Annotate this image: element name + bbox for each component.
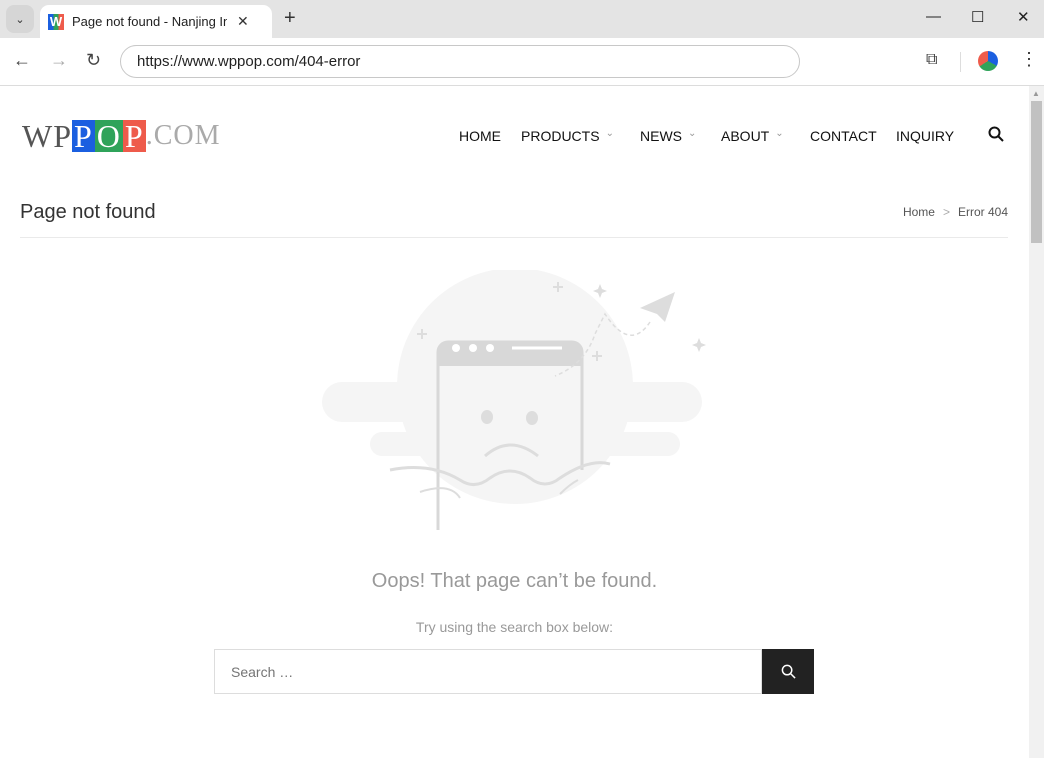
chevron-down-icon: ⌄ [15, 13, 25, 26]
webpage: W P P O P .COM HOME PRODUCTS ⌄ NEWS ⌄ ABOUT ⌄ CO… [0, 86, 1029, 758]
logo-p: P [53, 117, 72, 154]
maximize-icon[interactable]: ☐ [971, 8, 984, 26]
browser-toolbar: ← → ↻ https://www.wppop.com/404-error ⧉ … [0, 38, 1044, 86]
search-hint: Try using the search box below: [415, 619, 614, 635]
favicon: W [48, 13, 64, 30]
tab-search-button[interactable]: ⌄ [6, 5, 34, 33]
reload-icon[interactable]: ↻ [86, 50, 101, 71]
nav-label: CONTACT [810, 128, 877, 144]
nav-news[interactable]: NEWS ⌄ [640, 128, 696, 144]
breadcrumb-current: Error 404 [957, 205, 1008, 219]
nav-label: INQUIRY [896, 128, 955, 144]
nav-label: NEWS [640, 128, 682, 144]
minimize-icon[interactable]: — [926, 8, 941, 25]
search-input[interactable] [214, 649, 762, 694]
nav-products[interactable]: PRODUCTS ⌄ [521, 128, 614, 144]
divider [960, 52, 961, 72]
back-icon[interactable]: ← [13, 50, 31, 71]
address-bar[interactable]: https://www.wppop.com/404-error [120, 45, 800, 78]
tab-strip: ⌄ W Page not found - Nanjing Int ✕ + — ☐… [0, 0, 1044, 38]
scroll-up-icon[interactable]: ▲ [1032, 89, 1040, 98]
site-logo[interactable]: W P P O P .COM [22, 117, 221, 154]
404-illustration [322, 270, 706, 530]
scrollbar[interactable]: ▲ [1029, 86, 1044, 758]
page-title: Page not found [20, 201, 156, 223]
nav-inquiry[interactable]: INQUIRY [896, 128, 954, 144]
breadcrumb-home[interactable]: Home [903, 205, 935, 219]
logo-p-blue: P [72, 118, 95, 154]
new-tab-icon[interactable]: + [284, 7, 296, 30]
logo-p-red: P [122, 118, 146, 154]
divider [20, 237, 1008, 238]
error-message: Oops! That page can’t be found. [371, 570, 658, 592]
breadcrumb: Home > Error 404 [903, 205, 1008, 219]
nav-contact[interactable]: CONTACT [810, 128, 877, 144]
search-icon[interactable] [988, 126, 1004, 147]
close-window-icon[interactable]: ✕ [1017, 8, 1030, 26]
tab-title: Page not found - Nanjing Int [72, 14, 227, 29]
search-button[interactable] [762, 649, 814, 694]
more-menu-icon[interactable]: ⋮ [1020, 49, 1038, 70]
nav-about[interactable]: ABOUT ⌄ [721, 128, 784, 144]
scrollbar-thumb[interactable] [1031, 101, 1042, 243]
logo-o-green: O [94, 118, 123, 154]
chevron-down-icon: ⌄ [605, 128, 614, 139]
nav-label: HOME [459, 128, 501, 144]
extensions-icon[interactable]: ⧉ [926, 51, 937, 69]
chevron-down-icon: ⌄ [775, 128, 784, 139]
logo-w: W [22, 117, 54, 154]
nav-home[interactable]: HOME [459, 128, 501, 144]
nav-label: ABOUT [721, 128, 770, 144]
profile-avatar[interactable] [978, 51, 998, 71]
browser-tab[interactable]: W Page not found - Nanjing Int ✕ [40, 5, 272, 38]
chevron-down-icon: ⌄ [688, 128, 697, 139]
nav-label: PRODUCTS [521, 128, 600, 144]
logo-com: .COM [145, 120, 221, 151]
forward-icon[interactable]: → [50, 50, 68, 71]
search-icon [781, 664, 796, 679]
close-tab-icon[interactable]: ✕ [237, 13, 249, 30]
breadcrumb-separator: > [942, 205, 950, 219]
